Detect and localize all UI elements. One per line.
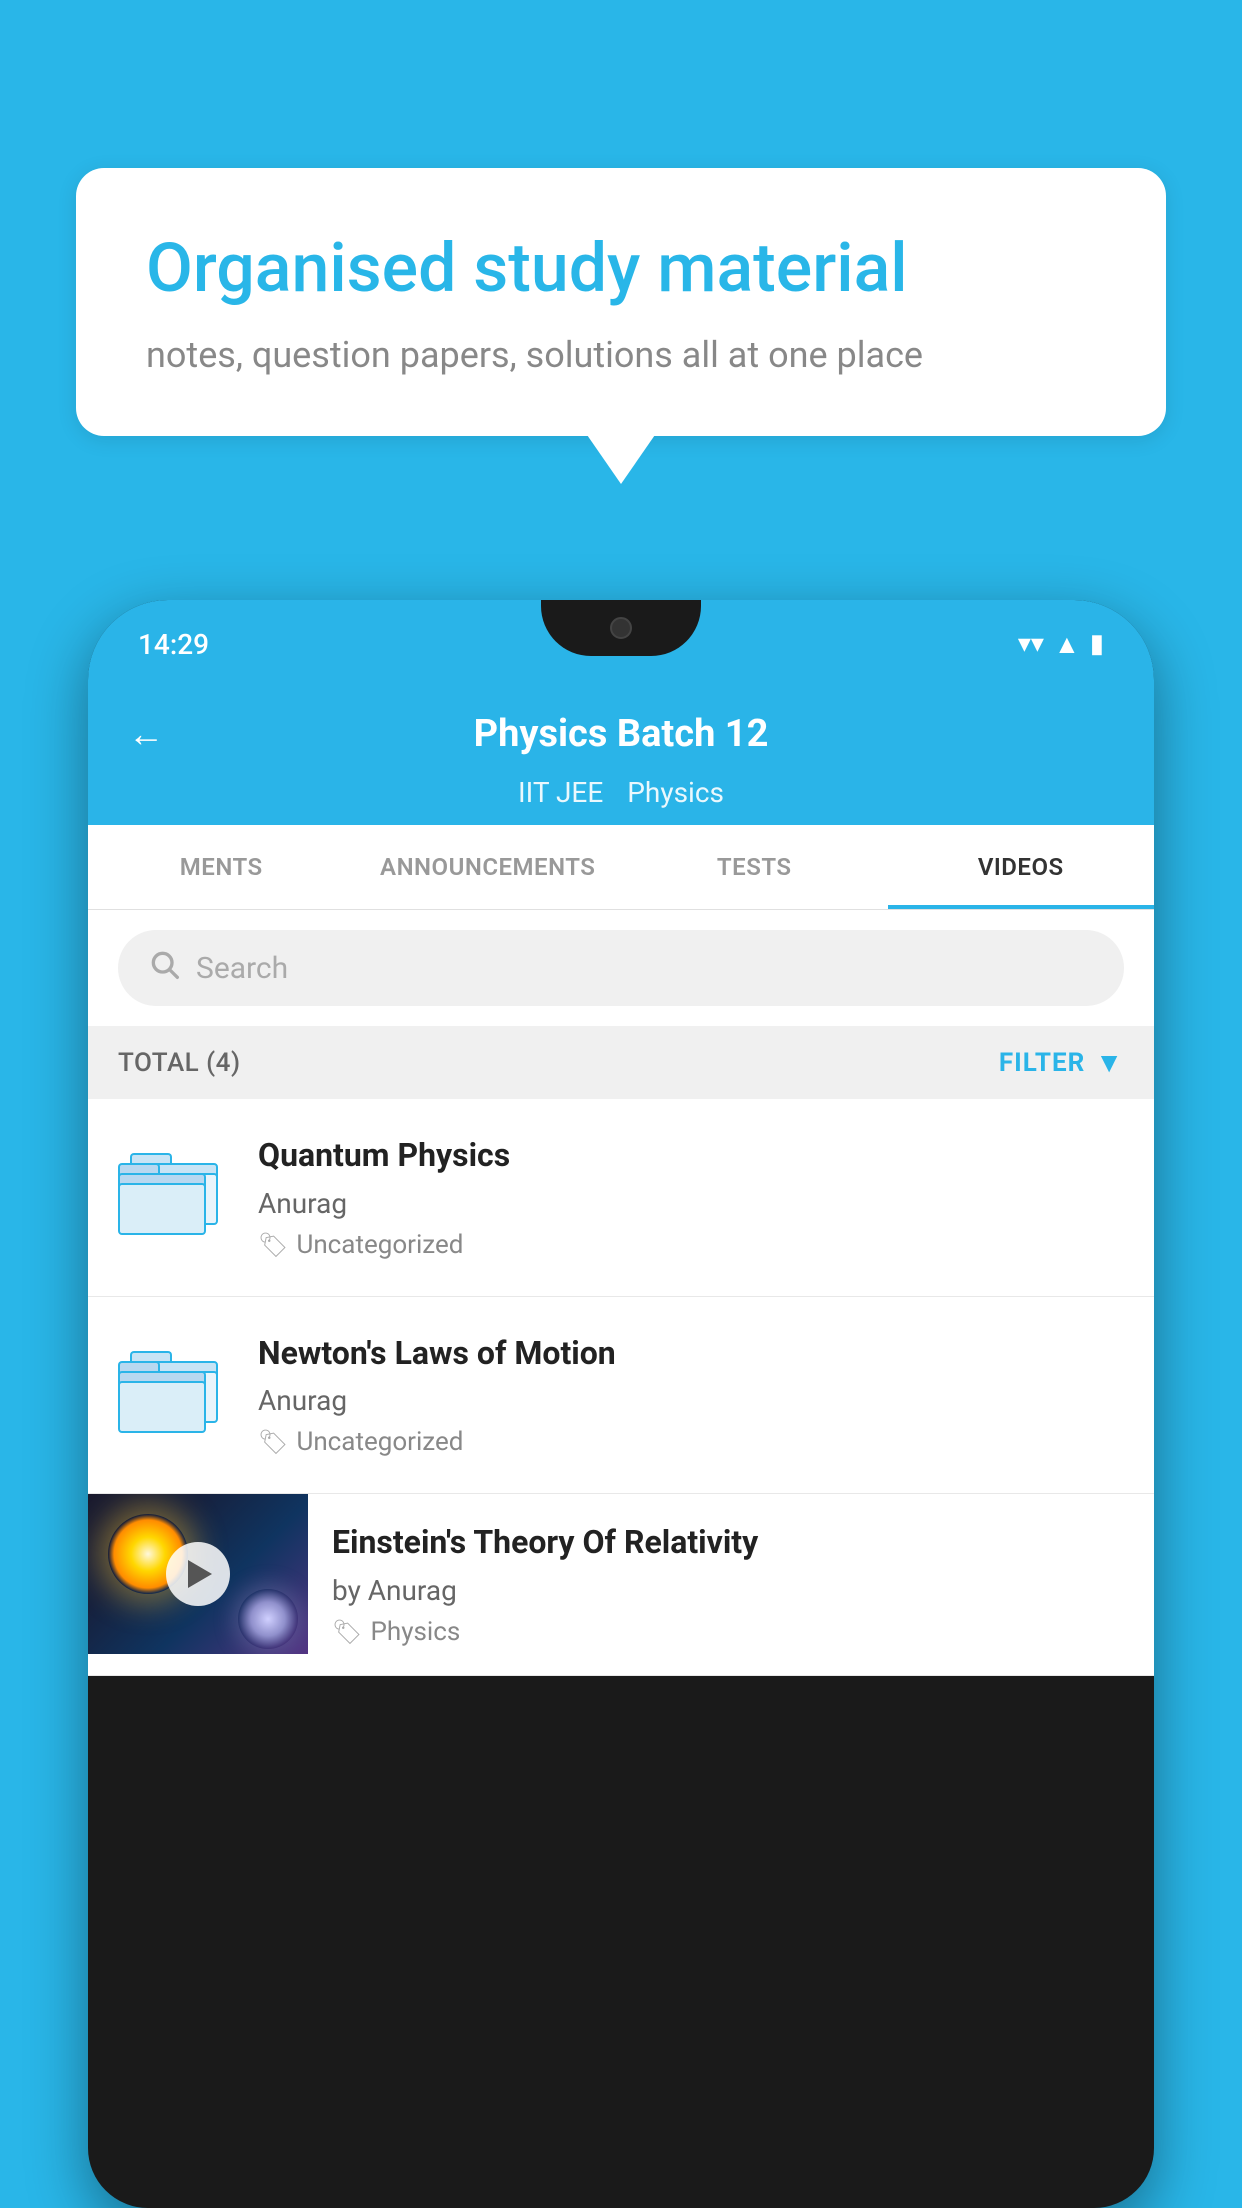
video-tag: 🏷 Uncategorized bbox=[258, 1427, 1124, 1457]
app-header: ← Physics Batch 12 bbox=[88, 688, 1154, 776]
phone-frame: 14:29 ▾▾ ▲ ▮ ← Physics Batch 12 IIT JEE … bbox=[88, 600, 1154, 2208]
folder-icon-newton bbox=[118, 1333, 228, 1423]
signal-icon: ▲ bbox=[1054, 629, 1080, 660]
filter-bar: TOTAL (4) FILTER ▼ bbox=[88, 1026, 1154, 1099]
video-title: Quantum Physics bbox=[258, 1135, 1124, 1177]
status-icons: ▾▾ ▲ ▮ bbox=[1018, 629, 1104, 660]
video-title: Newton's Laws of Motion bbox=[258, 1333, 1124, 1375]
video-info-newton: Newton's Laws of Motion Anurag 🏷 Uncateg… bbox=[258, 1333, 1124, 1458]
tabs-bar: MENTS ANNOUNCEMENTS TESTS VIDEOS bbox=[88, 825, 1154, 910]
video-tag: 🏷 Physics bbox=[332, 1617, 1130, 1647]
header-subtitle: IIT JEE Physics bbox=[88, 776, 1154, 825]
video-author: Anurag bbox=[258, 1384, 1124, 1417]
video-title: Einstein's Theory Of Relativity bbox=[332, 1522, 1130, 1564]
search-icon bbox=[148, 948, 180, 988]
wifi-icon: ▾▾ bbox=[1018, 629, 1044, 659]
tab-ments[interactable]: MENTS bbox=[88, 825, 355, 909]
tab-videos[interactable]: VIDEOS bbox=[888, 825, 1155, 909]
search-container: Search bbox=[88, 910, 1154, 1026]
back-button[interactable]: ← bbox=[128, 713, 164, 755]
filter-button[interactable]: FILTER ▼ bbox=[999, 1046, 1124, 1079]
battery-icon: ▮ bbox=[1090, 629, 1104, 659]
speech-bubble-container: Organised study material notes, question… bbox=[76, 168, 1166, 436]
list-item[interactable]: Quantum Physics Anurag 🏷 Uncategorized bbox=[88, 1099, 1154, 1297]
subtitle-tag2: Physics bbox=[627, 776, 724, 809]
video-list: Quantum Physics Anurag 🏷 Uncategorized bbox=[88, 1099, 1154, 1676]
page-title: Physics Batch 12 bbox=[474, 712, 769, 756]
search-bar[interactable]: Search bbox=[118, 930, 1124, 1006]
status-bar: 14:29 ▾▾ ▲ ▮ bbox=[88, 600, 1154, 688]
phone-notch bbox=[541, 600, 701, 656]
folder-icon-quantum bbox=[118, 1135, 228, 1225]
speech-bubble: Organised study material notes, question… bbox=[76, 168, 1166, 436]
tag-icon: 🏷 bbox=[258, 1231, 288, 1259]
bubble-title: Organised study material bbox=[146, 228, 1096, 310]
list-item[interactable]: Einstein's Theory Of Relativity by Anura… bbox=[88, 1494, 1154, 1676]
einstein-thumbnail bbox=[88, 1494, 308, 1654]
video-author: Anurag bbox=[258, 1187, 1124, 1220]
play-button[interactable] bbox=[166, 1542, 230, 1606]
filter-funnel-icon: ▼ bbox=[1095, 1046, 1124, 1079]
subtitle-tag1: IIT JEE bbox=[518, 776, 603, 809]
list-item[interactable]: Newton's Laws of Motion Anurag 🏷 Uncateg… bbox=[88, 1297, 1154, 1495]
search-placeholder: Search bbox=[196, 951, 288, 986]
front-camera bbox=[610, 617, 632, 639]
tab-tests[interactable]: TESTS bbox=[621, 825, 888, 909]
tag-icon: 🏷 bbox=[258, 1428, 288, 1456]
video-info-quantum: Quantum Physics Anurag 🏷 Uncategorized bbox=[258, 1135, 1124, 1260]
video-author: by Anurag bbox=[332, 1574, 1130, 1607]
video-tag: 🏷 Uncategorized bbox=[258, 1230, 1124, 1260]
tag-icon: 🏷 bbox=[332, 1618, 362, 1646]
total-count: TOTAL (4) bbox=[118, 1048, 241, 1078]
tab-announcements[interactable]: ANNOUNCEMENTS bbox=[355, 825, 622, 909]
status-time: 14:29 bbox=[138, 628, 209, 661]
bubble-subtitle: notes, question papers, solutions all at… bbox=[146, 334, 1096, 376]
play-icon bbox=[188, 1560, 212, 1588]
video-info-einstein: Einstein's Theory Of Relativity by Anura… bbox=[308, 1494, 1154, 1675]
